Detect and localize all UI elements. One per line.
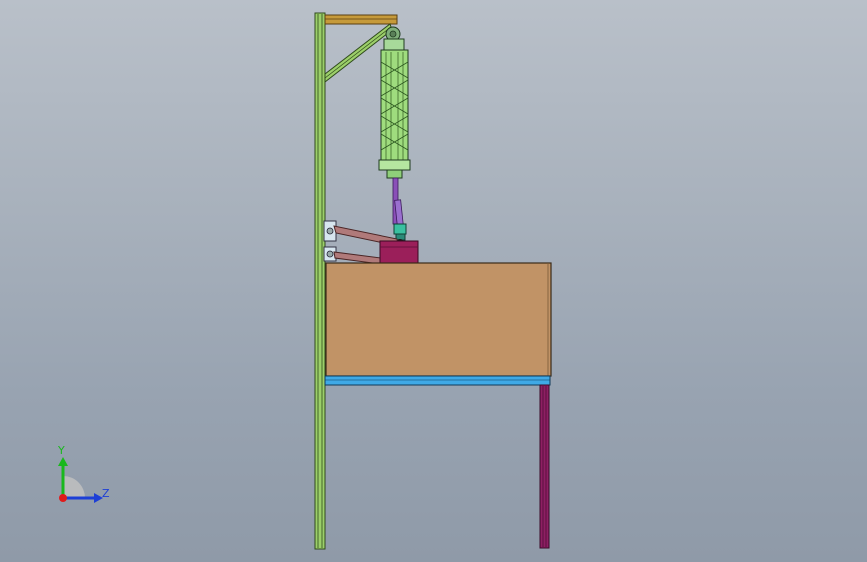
orientation-triad: Y Z	[40, 440, 130, 520]
triad-arc	[63, 476, 85, 498]
table-leg[interactable]	[539, 384, 550, 549]
vertical-post[interactable]	[314, 12, 326, 550]
workbench-box[interactable]	[325, 262, 552, 377]
x-axis-origin	[59, 494, 67, 502]
graphics-viewport[interactable]: Y Z	[0, 0, 867, 562]
pneumatic-cylinder[interactable]	[378, 49, 411, 179]
y-axis-label: Y	[58, 444, 65, 457]
z-axis-label: Z	[102, 487, 110, 500]
piston-rod[interactable]	[392, 177, 404, 227]
triad-graphic	[58, 457, 103, 503]
cylinder-mount[interactable]	[383, 26, 405, 52]
table-top-beam[interactable]	[324, 375, 551, 386]
cad-model[interactable]	[0, 0, 867, 562]
pivot-block[interactable]	[379, 240, 419, 264]
top-arm[interactable]	[324, 14, 398, 25]
